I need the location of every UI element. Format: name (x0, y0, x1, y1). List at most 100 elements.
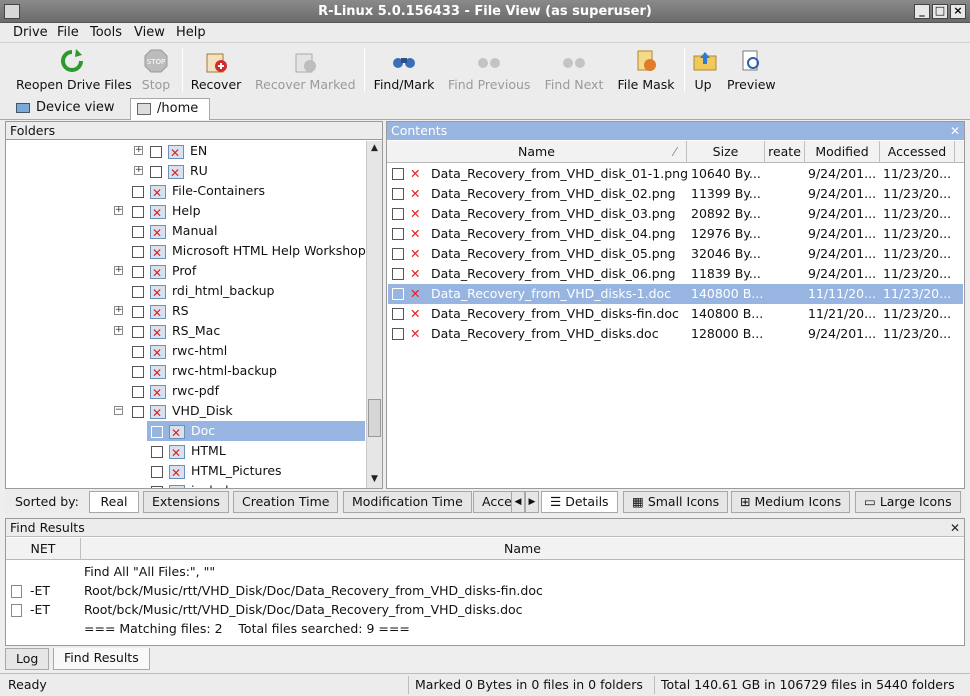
scroll-down-arrow-icon[interactable]: ▼ (369, 474, 380, 486)
expand-icon[interactable]: + (134, 166, 143, 175)
preview-button[interactable]: Preview (727, 48, 776, 92)
tree-item-html[interactable]: HTML (151, 441, 226, 463)
folder-tree[interactable]: +EN +RU File-Containers +Help Manual Mic… (6, 141, 368, 488)
find-result-row[interactable]: -ET Root/bck/Music/rtt/VHD_Disk/Doc/Data_… (11, 600, 523, 619)
expand-icon[interactable]: + (114, 306, 123, 315)
menu-tools[interactable]: Tools (90, 25, 122, 40)
file-row[interactable]: ✕ Data_Recovery_from_VHD_disk_02.png 11399… (388, 184, 963, 204)
checkbox[interactable] (150, 165, 162, 178)
checkbox[interactable] (132, 245, 144, 258)
checkbox[interactable] (132, 285, 144, 298)
checkbox[interactable] (392, 208, 404, 220)
menu-help[interactable]: Help (176, 25, 206, 40)
find-previous-button[interactable]: Find Previous (448, 48, 530, 92)
tab-device-view[interactable]: Device view (10, 98, 122, 120)
scroll-up-arrow-icon[interactable]: ▲ (369, 143, 380, 155)
tree-item-en[interactable]: +EN (134, 141, 207, 163)
tree-item-ms-html-help-workshop[interactable]: Microsoft HTML Help Workshop (132, 241, 366, 263)
tree-item-html-pictures[interactable]: HTML_Pictures (151, 461, 282, 483)
view-details-button[interactable]: ☰ Details (541, 491, 618, 513)
minimize-button[interactable]: _ (914, 4, 930, 19)
column-created[interactable]: reate (765, 141, 805, 163)
close-icon[interactable]: ✕ (950, 122, 960, 140)
tree-item-include[interactable]: include (151, 481, 236, 488)
tab-log[interactable]: Log (5, 648, 50, 670)
sort-modification-time-tab[interactable]: Modification Time (343, 491, 472, 513)
tree-item-file-containers[interactable]: File-Containers (132, 181, 265, 203)
checkbox[interactable] (132, 345, 144, 358)
checkbox[interactable] (132, 405, 144, 418)
checkbox[interactable] (132, 205, 144, 218)
checkbox[interactable] (132, 185, 144, 198)
tree-item-rs[interactable]: +RS (114, 301, 189, 323)
tree-item-manual[interactable]: Manual (132, 221, 217, 243)
sort-creation-time-tab[interactable]: Creation Time (233, 491, 339, 513)
file-row[interactable]: ✕ Data_Recovery_from_VHD_disk_06.png 11839… (388, 264, 963, 284)
checkbox[interactable] (392, 268, 404, 280)
expand-icon[interactable]: + (134, 146, 143, 155)
maximize-button[interactable]: □ (932, 4, 948, 19)
checkbox[interactable] (151, 445, 163, 458)
checkbox[interactable] (132, 365, 144, 378)
file-row[interactable]: ✕ Data_Recovery_from_VHD_disks-1.doc 14080… (388, 284, 963, 304)
checkbox[interactable] (151, 425, 163, 438)
file-row[interactable]: ✕ Data_Recovery_from_VHD_disks-fin.doc 140… (388, 304, 963, 324)
checkbox[interactable] (132, 225, 144, 238)
tab-find-results[interactable]: Find Results (53, 648, 150, 670)
file-row[interactable]: ✕ Data_Recovery_from_VHD_disk_04.png 12976… (388, 224, 963, 244)
checkbox[interactable] (132, 385, 144, 398)
checkbox[interactable] (132, 265, 144, 278)
recover-button[interactable]: Recover (190, 48, 242, 92)
expand-icon[interactable]: + (114, 326, 123, 335)
tree-item-help[interactable]: +Help (114, 201, 201, 223)
expand-icon[interactable]: + (114, 206, 123, 215)
up-button[interactable]: Up (692, 48, 717, 92)
close-button[interactable]: × (950, 4, 966, 19)
checkbox[interactable] (151, 485, 163, 488)
sort-access-time-tab[interactable]: Acce (473, 491, 513, 513)
tab-home[interactable]: /home (130, 98, 210, 120)
column-name[interactable]: Name (81, 538, 964, 560)
tree-item-prof[interactable]: +Prof (114, 261, 196, 283)
app-icon[interactable] (4, 4, 20, 19)
file-row[interactable]: ✕ Data_Recovery_from_VHD_disk_01-1.png 106… (388, 164, 963, 184)
recover-marked-button[interactable]: Recover Marked (255, 48, 356, 92)
checkbox[interactable] (392, 248, 404, 260)
sort-extensions-tab[interactable]: Extensions (143, 491, 229, 513)
collapse-icon[interactable]: − (114, 406, 123, 415)
expand-icon[interactable]: + (114, 266, 123, 275)
checkbox[interactable] (392, 188, 404, 200)
scrollbar-thumb[interactable] (368, 399, 381, 437)
checkbox[interactable] (132, 305, 144, 318)
find-next-button[interactable]: Find Next (544, 48, 604, 92)
tree-item-ru[interactable]: +RU (134, 161, 208, 183)
tree-item-rs-mac[interactable]: +RS_Mac (114, 321, 220, 343)
close-icon[interactable]: ✕ (950, 519, 960, 537)
menu-file[interactable]: File (57, 25, 79, 40)
tabs-scroll-right-icon[interactable]: ▶ (525, 491, 539, 513)
checkbox[interactable] (150, 145, 162, 158)
checkbox[interactable] (151, 465, 163, 478)
tree-item-vhd-disk[interactable]: −VHD_Disk (114, 401, 233, 423)
file-mask-button[interactable]: File Mask (617, 48, 675, 92)
menu-drive[interactable]: Drive (13, 25, 48, 40)
file-row[interactable]: ✕ Data_Recovery_from_VHD_disk_05.png 32046… (388, 244, 963, 264)
checkbox[interactable] (132, 325, 144, 338)
tree-item-doc[interactable]: Doc (147, 421, 365, 443)
file-row[interactable]: ✕ Data_Recovery_from_VHD_disks.doc 128000 … (388, 324, 963, 344)
file-row[interactable]: ✕ Data_Recovery_from_VHD_disk_03.png 20892… (388, 204, 963, 224)
tree-item-rwc-pdf[interactable]: rwc-pdf (132, 381, 219, 403)
menu-view[interactable]: View (134, 25, 165, 40)
column-name[interactable]: Name ⁄ (387, 141, 687, 163)
column-accessed[interactable]: Accessed (880, 141, 955, 163)
tree-item-rwc-html[interactable]: rwc-html (132, 341, 227, 363)
checkbox[interactable] (392, 288, 404, 300)
column-net[interactable]: NET (6, 538, 81, 560)
view-medium-icons-button[interactable]: ⊞ Medium Icons (731, 491, 851, 513)
column-modified[interactable]: Modified (805, 141, 880, 163)
stop-button[interactable]: STOP Stop (139, 48, 173, 92)
tree-item-rdi-html-backup[interactable]: rdi_html_backup (132, 281, 274, 303)
find-mark-button[interactable]: Find/Mark (373, 48, 435, 92)
tabs-scroll-left-icon[interactable]: ◀ (511, 491, 525, 513)
checkbox[interactable] (392, 168, 404, 180)
